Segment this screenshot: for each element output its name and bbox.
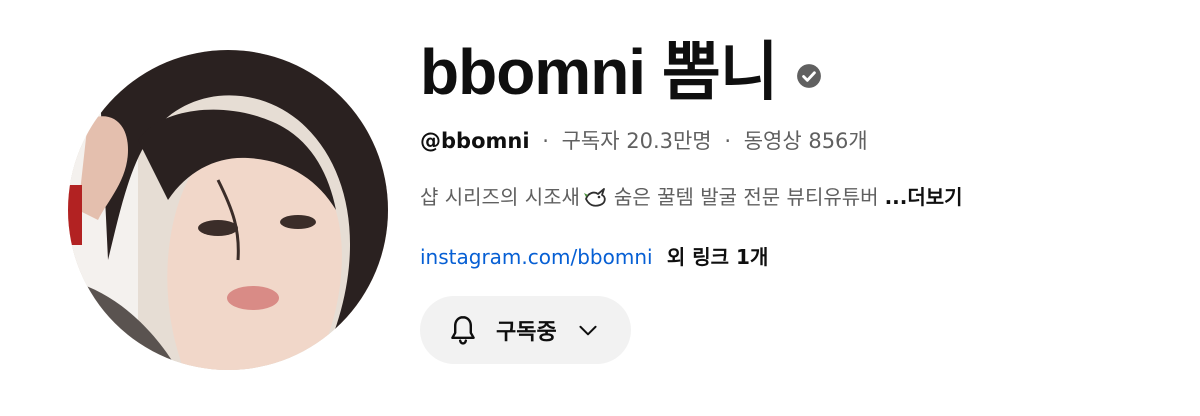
subscribed-label: 구독중 — [496, 320, 557, 345]
meta-separator: · — [542, 129, 549, 153]
channel-name[interactable]: bbomni 뽐니 — [420, 30, 779, 114]
channel-info: bbomni 뽐니 @bbomni · 구독자 20.3만명 · 동영상 856… — [420, 30, 1180, 364]
avatar-image — [68, 50, 388, 370]
description-text-2: 숨은 꿀템 발굴 전문 뷰티유튜버 — [613, 185, 879, 209]
video-count: 동영상 856개 — [743, 129, 868, 153]
channel-handle: @bbomni — [420, 129, 530, 153]
subscriber-count: 구독자 20.3만명 — [561, 129, 712, 153]
channel-header: bbomni 뽐니 @bbomni · 구독자 20.3만명 · 동영상 856… — [0, 0, 1200, 416]
channel-links: instagram.com/bbomni 외 링크 1개 — [420, 242, 1180, 272]
description-text-1: 샵 시리즈의 시조새 — [420, 185, 580, 209]
subscribed-button[interactable]: 구독중 — [420, 296, 631, 364]
chevron-down-icon — [579, 325, 597, 336]
channel-description[interactable]: 샵 시리즈의 시조새 숨은 꿀템 발굴 전문 뷰티유튜버 ...더보기 — [420, 182, 1180, 212]
more-links-button[interactable]: 외 링크 1개 — [667, 245, 768, 269]
title-row: bbomni 뽐니 — [420, 30, 1180, 114]
instagram-link[interactable]: instagram.com/bbomni — [420, 245, 653, 269]
bell-icon — [451, 316, 475, 345]
description-more-link[interactable]: ...더보기 — [885, 182, 963, 212]
verified-check-icon — [796, 63, 822, 89]
meta-separator: · — [724, 129, 732, 153]
channel-meta: @bbomni · 구독자 20.3만명 · 동영상 856개 — [420, 126, 1180, 156]
channel-avatar[interactable] — [68, 50, 388, 370]
dove-emoji-icon — [582, 185, 610, 209]
